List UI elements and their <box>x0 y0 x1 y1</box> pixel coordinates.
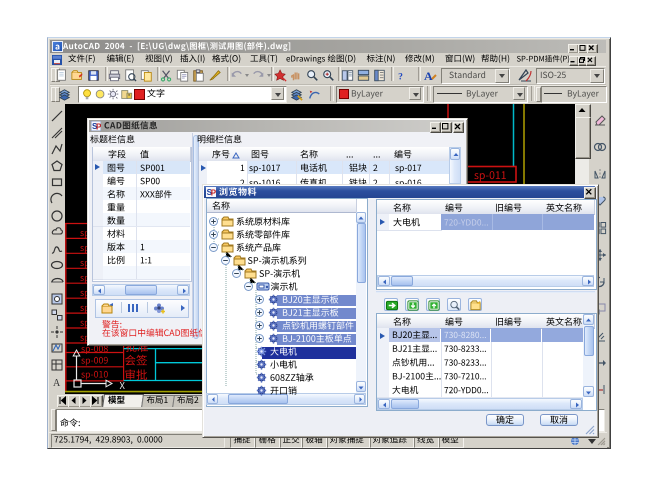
svg-text:A: A <box>424 69 433 83</box>
svg-text:P: P <box>96 123 101 132</box>
svg-text:?: ? <box>398 72 403 82</box>
svg-text:A: A <box>53 378 61 389</box>
svg-text:P: P <box>211 188 216 197</box>
